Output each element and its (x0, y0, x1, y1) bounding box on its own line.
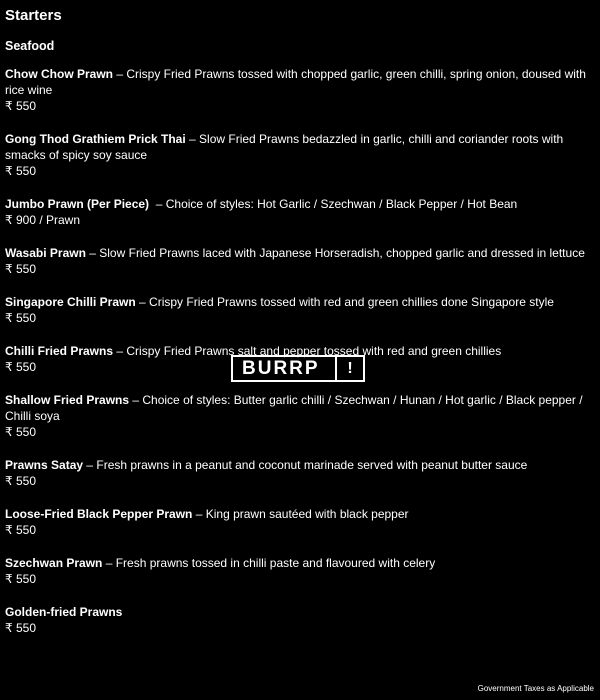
menu-item-name: Loose-Fried Black Pepper Prawn (5, 507, 193, 521)
menu-item-text: Gong Thod Grathiem Prick Thai – Slow Fri… (5, 131, 590, 163)
menu-item-separator: – (113, 67, 127, 81)
menu-item: Singapore Chilli Prawn – Crispy Fried Pr… (5, 294, 590, 326)
menu-item: Golden-fried Prawns ₹ 550 (5, 604, 590, 636)
menu-item-text: Szechwan Prawn – Fresh prawns tossed in … (5, 555, 590, 571)
menu-item-separator: – (185, 132, 200, 146)
menu-item-name: Jumbo Prawn (Per Piece) (5, 197, 150, 211)
menu-item-description: Fresh prawns tossed in chilli paste and … (115, 556, 436, 570)
menu-item-separator: – (129, 393, 143, 407)
exclamation-icon: ! (347, 359, 353, 377)
menu-item-separator: – (149, 197, 166, 211)
category-title: Seafood (5, 39, 55, 53)
menu-item-separator: – (102, 556, 116, 570)
menu-item-separator: – (113, 344, 127, 358)
menu-item: Prawns Satay – Fresh prawns in a peanut … (5, 457, 590, 489)
tax-note: Government Taxes as Applicable (477, 684, 594, 693)
menu-item-text: Prawns Satay – Fresh prawns in a peanut … (5, 457, 590, 473)
menu-item-name: Szechwan Prawn (5, 556, 103, 570)
menu-item-description: King prawn sautéed with black pepper (205, 507, 409, 521)
menu-item-text: Golden-fried Prawns (5, 604, 590, 620)
menu-item-name: Golden-fried Prawns (5, 605, 123, 619)
menu-item: Wasabi Prawn – Slow Fried Prawns laced w… (5, 245, 590, 277)
menu-item-description: Crispy Fried Prawns tossed with red and … (149, 295, 554, 309)
menu-item: Gong Thod Grathiem Prick Thai – Slow Fri… (5, 131, 590, 179)
menu-item-name: Chilli Fried Prawns (5, 344, 114, 358)
menu-item-text: Singapore Chilli Prawn – Crispy Fried Pr… (5, 294, 590, 310)
menu-item-description: Choice of styles: Hot Garlic / Szechwan … (165, 197, 518, 211)
menu-item-separator: – (85, 246, 100, 260)
menu-page: Starters Seafood Chow Chow Prawn – Crisp… (5, 6, 590, 653)
menu-item-separator: – (192, 507, 206, 521)
menu-item-text: Wasabi Prawn – Slow Fried Prawns laced w… (5, 245, 590, 261)
menu-item-name: Chow Chow Prawn (5, 67, 113, 81)
menu-item-price: ₹ 900 / Prawn (5, 213, 81, 227)
menu-item-name: Shallow Fried Prawns (5, 393, 130, 407)
menu-item-separator: – (83, 458, 97, 472)
section-title: Starters (5, 7, 62, 24)
menu-item-price: ₹ 550 (5, 99, 36, 113)
menu-item-price: ₹ 550 (5, 425, 36, 439)
menu-item-price: ₹ 550 (5, 621, 36, 635)
menu-item-text: Loose-Fried Black Pepper Prawn – King pr… (5, 506, 590, 522)
menu-item-description: Fresh prawns in a peanut and coconut mar… (96, 458, 528, 472)
menu-item-price: ₹ 550 (5, 572, 36, 586)
menu-item: Chow Chow Prawn – Crispy Fried Prawns to… (5, 66, 590, 114)
menu-item-text: Chow Chow Prawn – Crispy Fried Prawns to… (5, 66, 590, 98)
menu-item: Szechwan Prawn – Fresh prawns tossed in … (5, 555, 590, 587)
menu-item-price: ₹ 550 (5, 474, 36, 488)
menu-item-name: Prawns Satay (5, 458, 84, 472)
menu-item-price: ₹ 550 (5, 164, 36, 178)
menu-item-list: Chow Chow Prawn – Crispy Fried Prawns to… (5, 66, 590, 636)
menu-item-name: Wasabi Prawn (5, 246, 86, 260)
menu-item-price: ₹ 550 (5, 311, 36, 325)
menu-item: Shallow Fried Prawns – Choice of styles:… (5, 392, 590, 440)
menu-item-name: Singapore Chilli Prawn (5, 295, 136, 309)
menu-item: Jumbo Prawn (Per Piece) – Choice of styl… (5, 196, 590, 228)
menu-item-price: ₹ 550 (5, 523, 36, 537)
menu-item: Loose-Fried Black Pepper Prawn – King pr… (5, 506, 590, 538)
menu-item-text: Shallow Fried Prawns – Choice of styles:… (5, 392, 590, 424)
menu-item-separator: – (135, 295, 150, 309)
burrp-watermark: BURRP ! (231, 355, 365, 382)
watermark-logo-text: BURRP (242, 357, 320, 379)
menu-item-name: Gong Thod Grathiem Prick Thai (5, 132, 186, 146)
menu-item-price: ₹ 550 (5, 262, 36, 276)
menu-item-text: Jumbo Prawn (Per Piece) – Choice of styl… (5, 196, 590, 212)
menu-item-description: Slow Fried Prawns laced with Japanese Ho… (99, 246, 585, 260)
